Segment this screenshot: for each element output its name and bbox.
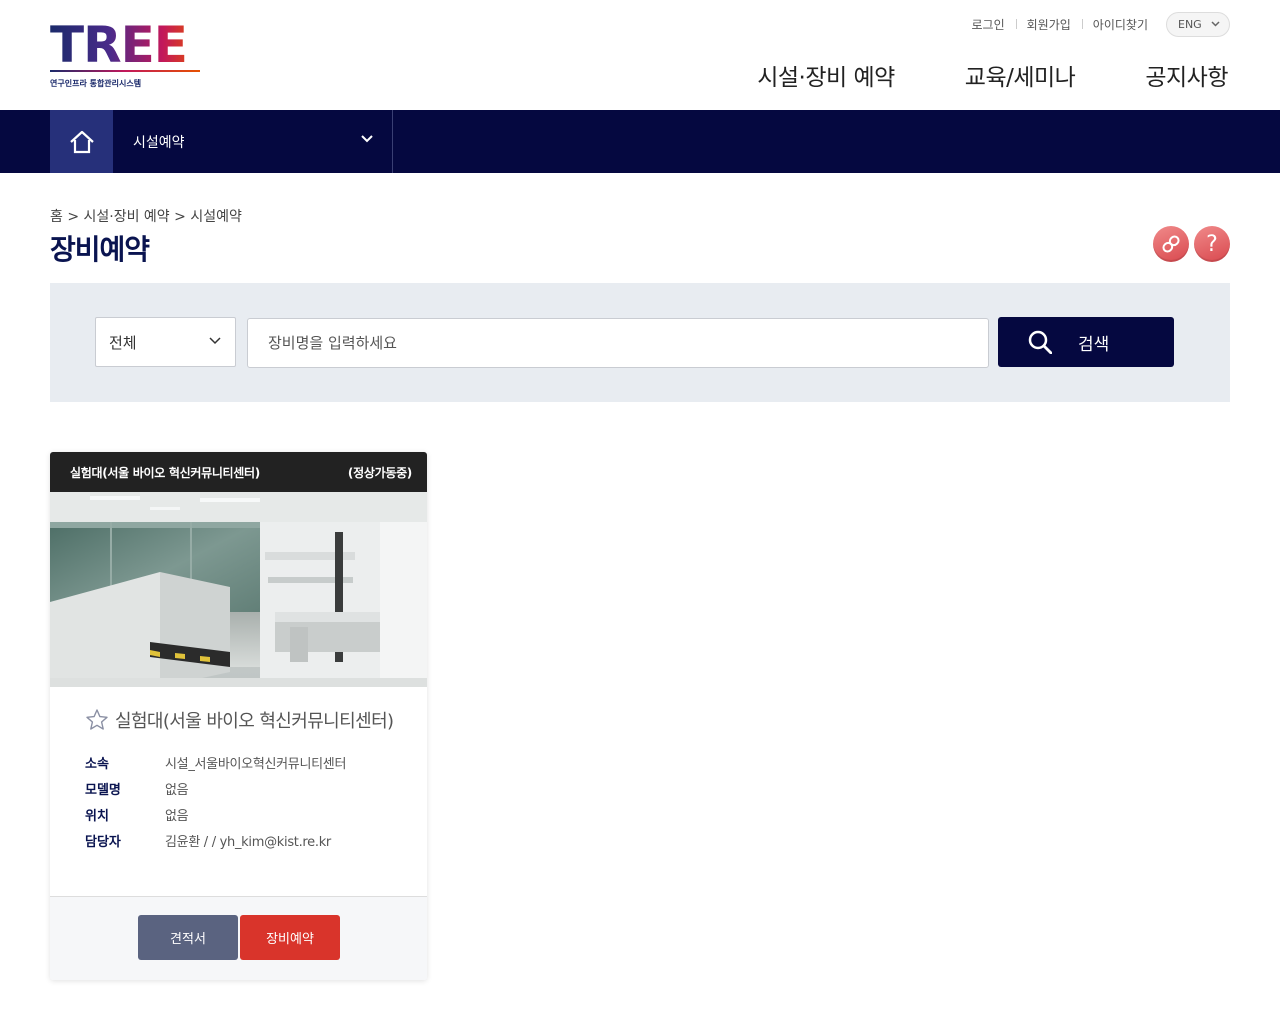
card-actions: 견적서 장비예약	[50, 896, 427, 980]
info-row: 소속 시설_서울바이오혁신커뮤니티센터	[85, 749, 346, 775]
help-button[interactable]: ?	[1194, 226, 1230, 262]
search-button-label: 검색	[1078, 334, 1110, 354]
search-input[interactable]	[247, 318, 989, 368]
info-row: 담당자 김윤환 / / yh_kim@kist.re.kr	[85, 827, 346, 853]
sub-nav-bar: 시설예약	[0, 110, 1280, 173]
info-value: 없음	[165, 808, 189, 824]
gnb-item-reservation[interactable]: 시설·장비 예약	[757, 58, 895, 92]
signup-link[interactable]: 회원가입	[1015, 16, 1082, 33]
equipment-name-text: 실험대(서울 바이오 혁신커뮤니티센터)	[115, 711, 394, 732]
info-key: 담당자	[85, 834, 121, 850]
equipment-photo[interactable]	[50, 492, 427, 687]
page-title: 장비예약	[50, 233, 150, 266]
info-value: 없음	[165, 782, 189, 798]
language-select[interactable]: ENG	[1166, 11, 1230, 37]
category-select-value: 전체	[109, 333, 137, 352]
home-icon	[69, 130, 94, 153]
info-key: 모델명	[85, 782, 121, 798]
page-tools: ?	[1153, 226, 1230, 262]
main-nav: 시설·장비 예약 교육/세미나 공지사항	[687, 58, 1228, 92]
header: TREE 연구인프라 통합관리시스템 로그인 회원가입 아이디찾기 ENG 시설…	[0, 0, 1280, 110]
home-button[interactable]	[50, 110, 113, 173]
card-header-title: 실험대(서울 바이오 혁신커뮤니티센터)	[70, 465, 260, 480]
search-panel: 전체 검색	[50, 283, 1230, 402]
equipment-name[interactable]: 실험대(서울 바이오 혁신커뮤니티센터)	[85, 707, 394, 733]
logo[interactable]: TREE 연구인프라 통합관리시스템	[50, 20, 200, 89]
breadcrumb: 홈 > 시설·장비 예약 > 시설예약	[50, 209, 242, 225]
reserve-button[interactable]: 장비예약	[240, 915, 340, 960]
chevron-down-icon	[361, 135, 373, 143]
search-button[interactable]: 검색	[998, 317, 1174, 367]
section-select-label: 시설예약	[133, 134, 185, 151]
language-label: ENG	[1178, 17, 1202, 31]
chevron-down-icon	[1211, 21, 1220, 27]
section-select[interactable]: 시설예약	[113, 110, 393, 173]
star-icon[interactable]	[85, 708, 109, 732]
link-button[interactable]	[1153, 226, 1189, 262]
utility-menu: 로그인 회원가입 아이디찾기 ENG	[961, 11, 1230, 37]
equipment-info: 소속 시설_서울바이오혁신커뮤니티센터 모델명 없음 위치 없음 담당자 김윤환…	[85, 749, 346, 853]
find-id-link[interactable]: 아이디찾기	[1081, 16, 1159, 33]
logo-word: TREE	[50, 20, 200, 70]
equipment-card: 실험대(서울 바이오 혁신커뮤니티센터) (정상가동중) 실험대(서울 바이오 …	[50, 452, 427, 980]
status-badge: (정상가동중)	[347, 465, 412, 480]
info-key: 소속	[85, 756, 109, 772]
login-link[interactable]: 로그인	[961, 16, 1016, 33]
gnb-item-education[interactable]: 교육/세미나	[965, 58, 1076, 92]
question-icon: ?	[1206, 231, 1218, 257]
gnb-item-notice[interactable]: 공지사항	[1145, 58, 1228, 92]
info-key: 위치	[85, 808, 109, 824]
info-row: 위치 없음	[85, 801, 346, 827]
info-value: 김윤환 / / yh_kim@kist.re.kr	[165, 834, 331, 850]
info-row: 모델명 없음	[85, 775, 346, 801]
search-icon	[1028, 330, 1052, 354]
chevron-down-icon	[209, 337, 221, 345]
lab-photo-illustration	[50, 492, 427, 687]
link-icon	[1162, 235, 1180, 253]
quote-button[interactable]: 견적서	[138, 915, 238, 960]
category-select[interactable]: 전체	[95, 317, 236, 367]
logo-subtitle: 연구인프라 통합관리시스템	[50, 79, 142, 88]
info-value: 시설_서울바이오혁신커뮤니티센터	[165, 756, 347, 772]
card-header: 실험대(서울 바이오 혁신커뮤니티센터) (정상가동중)	[50, 452, 427, 492]
